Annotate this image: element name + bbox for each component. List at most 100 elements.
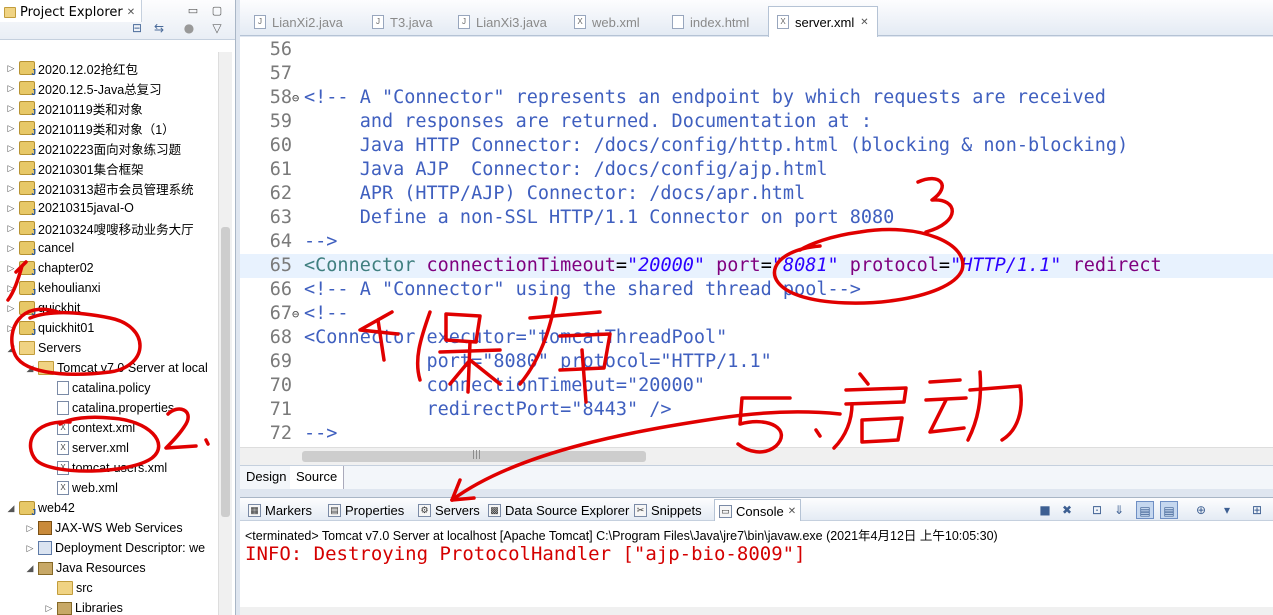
tree-item[interactable]: Xtomcat-users.xml — [44, 458, 167, 478]
tree-item[interactable]: ◢ web42 — [6, 498, 75, 518]
expand-arrow-icon[interactable]: ▷ — [6, 183, 16, 194]
expand-arrow-icon[interactable]: ▷ — [6, 263, 16, 274]
expand-arrow-icon[interactable]: ▷ — [6, 243, 16, 254]
tree-item[interactable]: ▷ 20210301集合框架 — [6, 158, 144, 178]
scrollbar-thumb[interactable] — [221, 227, 230, 517]
maximize-icon[interactable]: ▢ — [210, 4, 224, 18]
editor-tab[interactable]: Xserver.xml ✕ — [768, 6, 878, 37]
pin-console-icon[interactable]: ⊕ — [1192, 501, 1210, 519]
code-line[interactable]: 56 — [240, 38, 1273, 62]
panel-tab[interactable]: ✂ Snippets — [630, 500, 706, 521]
tree-item[interactable]: ▷ quickhit — [6, 298, 80, 318]
panel-tab[interactable]: ▤ Properties — [324, 500, 408, 521]
tab-source[interactable]: Source — [290, 466, 345, 489]
explorer-close-icon[interactable]: ✕ — [127, 7, 135, 18]
panel-tab[interactable]: ▩ Data Source Explorer — [484, 500, 633, 521]
tree-item[interactable]: ▷ JAX-WS Web Services — [25, 518, 183, 538]
display-console-icon[interactable]: ▾ — [1218, 501, 1236, 519]
tree-item[interactable]: ▷ 20210315javaI-O — [6, 198, 134, 218]
tree-item[interactable]: ▷ 20210223面向对象练习题 — [6, 138, 181, 158]
clear-console-icon[interactable]: ⊡ — [1088, 501, 1106, 519]
open-console-icon[interactable]: ⊞ — [1248, 501, 1266, 519]
minimize-icon[interactable]: ▭ — [186, 4, 200, 18]
terminate-icon[interactable]: ■ — [1036, 501, 1054, 519]
collapse-arrow-icon[interactable]: ◢ — [25, 563, 35, 574]
editor-horizontal-scrollbar[interactable]: ||| — [240, 447, 1273, 465]
collapse-all-icon[interactable]: ⊟ — [128, 20, 146, 36]
explorer-vertical-scrollbar[interactable] — [218, 52, 232, 615]
expand-arrow-icon[interactable]: ▷ — [6, 103, 16, 114]
tree-item[interactable]: ◢ Servers — [6, 338, 81, 358]
editor-tab[interactable]: J LianXi2.java — [246, 8, 351, 36]
code-line[interactable]: 64 --> — [240, 230, 1273, 254]
expand-arrow-icon[interactable]: ▷ — [44, 603, 54, 614]
code-line[interactable]: 62 APR (HTTP/AJP) Connector: /docs/apr.h… — [240, 182, 1273, 206]
tree-item[interactable]: ▷ Libraries — [44, 598, 123, 615]
tree-item[interactable]: ▷ 20210119类和对象（1） — [6, 118, 175, 138]
tree-item[interactable]: Xserver.xml — [44, 438, 129, 458]
tree-item[interactable]: ▷ 20210119类和对象 — [6, 98, 143, 118]
code-line[interactable]: 57 — [240, 62, 1273, 86]
editor-tab[interactable]: J LianXi3.java — [450, 8, 555, 36]
scroll-lock-icon[interactable]: ⇓ — [1110, 501, 1128, 519]
tree-item[interactable]: ▷ kehoulianxi — [6, 278, 101, 298]
tree-item[interactable]: ▷ 2020.12.02抢红包 — [6, 58, 138, 78]
tree-item[interactable]: catalina.properties — [44, 398, 174, 418]
code-line[interactable]: 61 Java AJP Connector: /docs/config/ajp.… — [240, 158, 1273, 182]
code-line[interactable]: 63 Define a non-SSL HTTP/1.1 Connector o… — [240, 206, 1273, 230]
tree-item[interactable]: Xcontext.xml — [44, 418, 135, 438]
collapse-arrow-icon[interactable]: ◢ — [6, 503, 16, 514]
tree-item[interactable]: ◢ Java Resources — [25, 558, 146, 578]
editor-tab[interactable]: index.html — [664, 8, 757, 36]
panel-tab[interactable]: ▭ Console ✕ — [714, 499, 802, 522]
link-with-editor-icon[interactable]: ⇆ — [150, 20, 168, 36]
code-line[interactable]: 68 <Connector executor="tomcatThreadPool" — [240, 326, 1273, 350]
expand-arrow-icon[interactable]: ▷ — [25, 543, 35, 554]
expand-arrow-icon[interactable]: ▷ — [25, 523, 35, 534]
tree-item[interactable]: ▷ Deployment Descriptor: we — [25, 538, 205, 558]
tree-item[interactable]: ▷ chapter02 — [6, 258, 94, 278]
expand-arrow-icon[interactable]: ▷ — [6, 83, 16, 94]
expand-arrow-icon[interactable]: ▷ — [6, 323, 16, 334]
expand-arrow-icon[interactable]: ▷ — [6, 143, 16, 154]
code-line[interactable]: 60 Java HTTP Connector: /docs/config/htt… — [240, 134, 1273, 158]
close-tab-icon[interactable]: ✕ — [860, 17, 868, 28]
code-line[interactable]: 58 ⊖ <!-- A "Connector" represents an endp… — [240, 86, 1273, 110]
code-line[interactable]: 72 --> — [240, 422, 1273, 446]
xml-source-editor[interactable]: 56 57 58 ⊖ <!-- A "Connector" represents an … — [240, 37, 1273, 465]
show-stderr-icon[interactable]: ▤ — [1160, 501, 1178, 519]
expand-arrow-icon[interactable]: ▷ — [6, 283, 16, 294]
collapse-arrow-icon[interactable]: ◢ — [25, 363, 35, 374]
panel-tab[interactable]: ⚙ Servers — [414, 500, 484, 521]
collapse-arrow-icon[interactable]: ◢ — [6, 343, 16, 354]
code-line[interactable]: 66 <!-- A "Connector" using the shared th… — [240, 278, 1273, 302]
tree-item[interactable]: src — [44, 578, 93, 598]
tab-design[interactable]: Design — [240, 466, 294, 489]
expand-arrow-icon[interactable]: ▷ — [6, 203, 16, 214]
tree-item[interactable]: ▷ 20210313超市会员管理系统 — [6, 178, 194, 198]
show-stdout-icon[interactable]: ▤ — [1136, 501, 1154, 519]
code-line[interactable]: 71 redirectPort="8443" /> — [240, 398, 1273, 422]
code-line[interactable]: 69 port="8080" protocol="HTTP/1.1" — [240, 350, 1273, 374]
code-line[interactable]: 67 ⊖ <!-- — [240, 302, 1273, 326]
expand-arrow-icon[interactable]: ▷ — [6, 223, 16, 234]
editor-tab[interactable]: J T3.java — [364, 8, 441, 36]
expand-arrow-icon[interactable]: ▷ — [6, 163, 16, 174]
code-line[interactable]: 70 connectionTimeout="20000" — [240, 374, 1273, 398]
remove-launch-icon[interactable]: ✖ — [1058, 501, 1076, 519]
fold-toggle-icon[interactable]: ⊖ — [292, 86, 299, 110]
view-menu-icon[interactable]: ▽ — [208, 20, 226, 36]
tree-item[interactable]: Xweb.xml — [44, 478, 118, 498]
code-line[interactable]: 59 and responses are returned. Documenta… — [240, 110, 1273, 134]
panel-tab[interactable]: ▦ Markers — [244, 500, 316, 521]
fold-toggle-icon[interactable]: ⊖ — [292, 302, 299, 326]
editor-tab[interactable]: Xweb.xml — [566, 8, 648, 36]
expand-arrow-icon[interactable]: ▷ — [6, 123, 16, 134]
tree-item[interactable]: ▷ cancel — [6, 238, 74, 258]
code-line[interactable]: 65 <Connector connectionTimeout="20000" p… — [240, 254, 1273, 278]
focus-icon[interactable]: ● — [180, 20, 198, 36]
tree-item[interactable]: ▷ 2020.12.5-Java总复习 — [6, 78, 162, 98]
tree-item[interactable]: ▷ quickhit01 — [6, 318, 94, 338]
tree-item[interactable]: ▷ 20210324嗖嗖移动业务大厅 — [6, 218, 194, 238]
explorer-tab[interactable]: Project Explorer ✕ — [0, 0, 143, 22]
